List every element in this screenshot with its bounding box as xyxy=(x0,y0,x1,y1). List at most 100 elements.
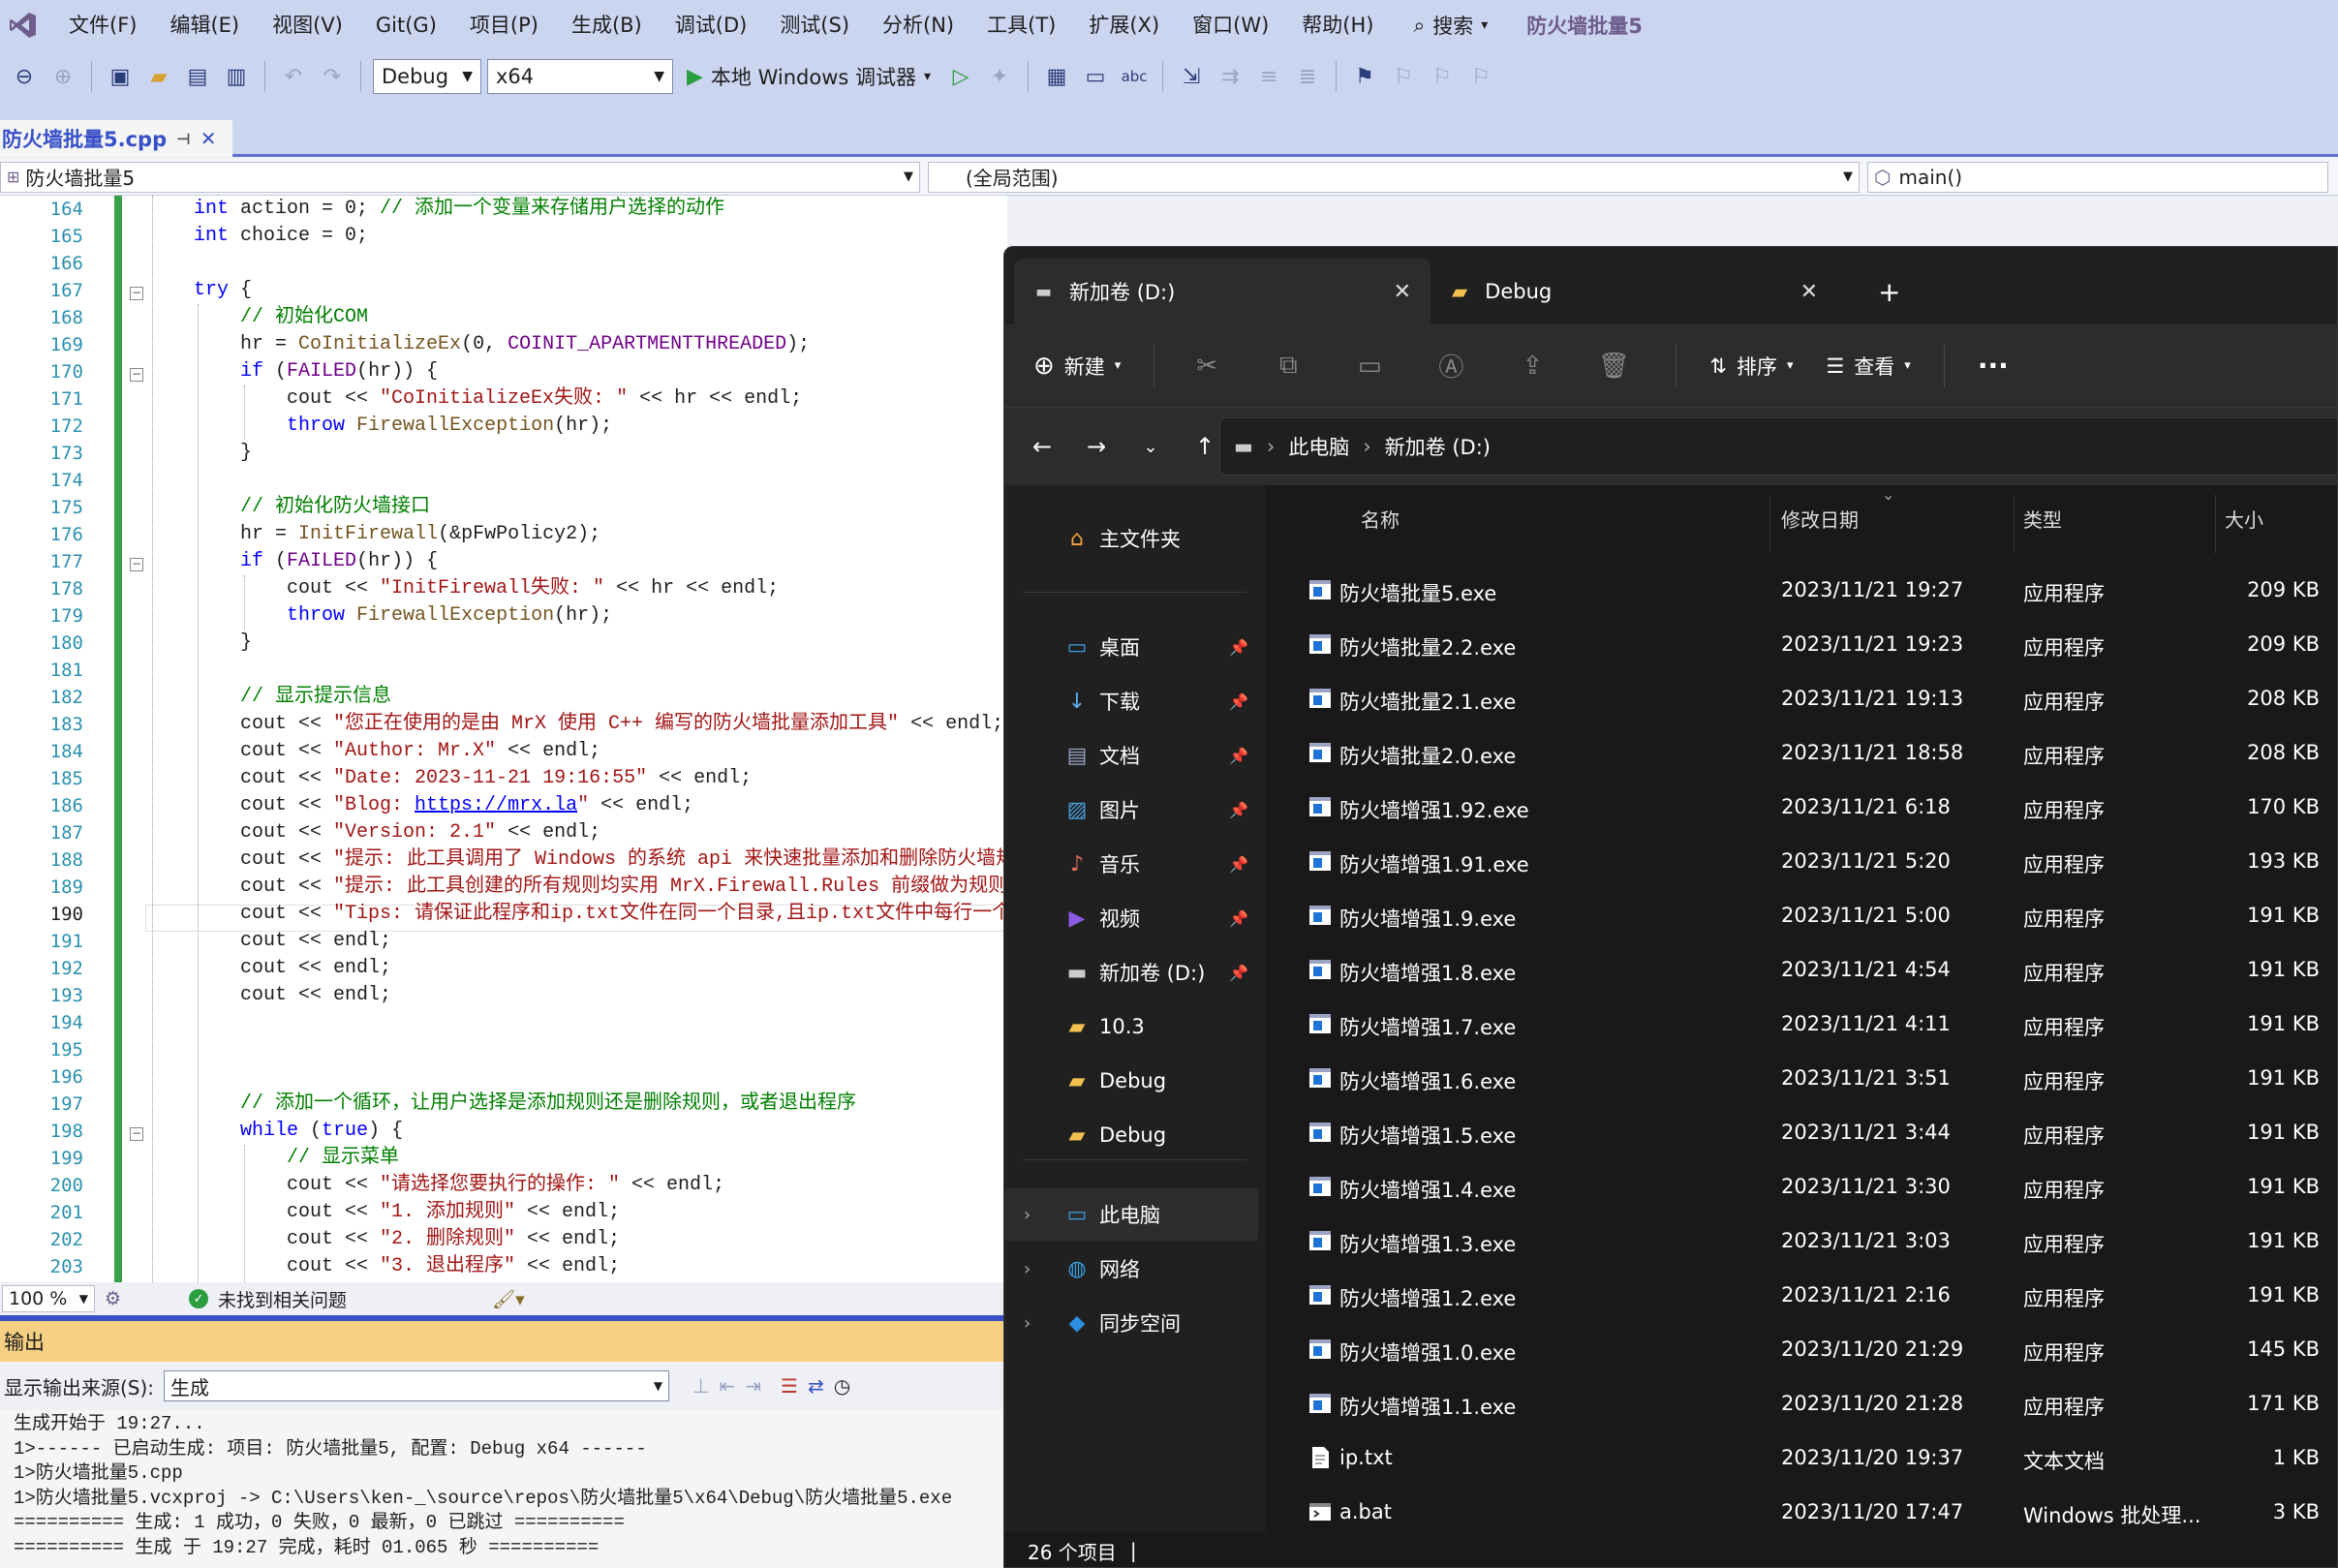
back-arrow-icon[interactable]: ← xyxy=(1024,428,1061,465)
sidebar-item-pinned[interactable]: ♪ 音乐 📌 xyxy=(1004,838,1258,890)
new-button[interactable]: ⊕ 新建 ▾ xyxy=(1033,352,1121,381)
close-icon[interactable]: ✕ xyxy=(1394,280,1411,304)
fold-toggle[interactable]: − xyxy=(130,1127,143,1141)
step-into-icon[interactable]: ⇲ xyxy=(1175,60,1208,93)
prev-message-icon[interactable]: ⇤ xyxy=(719,1374,735,1398)
start-debugging-button[interactable]: ▶ 本地 Windows 调试器 ▾ xyxy=(679,62,938,91)
back-icon[interactable]: ⊖ xyxy=(8,60,41,93)
sidebar-item-pinned[interactable]: ▭ 桌面 📌 xyxy=(1004,621,1258,673)
next-bookmark-icon[interactable]: ⚐ xyxy=(1426,60,1459,93)
fold-toggle[interactable]: − xyxy=(130,368,143,382)
pin-icon[interactable]: 📌 xyxy=(1229,801,1248,819)
up-arrow-icon[interactable]: ↑ xyxy=(1186,428,1223,465)
undo-icon[interactable]: ↶ xyxy=(277,60,310,93)
indent-icon[interactable]: ≣ xyxy=(1291,60,1324,93)
hot-reload-icon[interactable]: ✦ xyxy=(983,60,1016,93)
file-row[interactable]: 防火墙批量2.2.exe 2023/11/21 19:23 应用程序 209 KB xyxy=(1285,619,2337,673)
find-message-icon[interactable]: ⊥ xyxy=(692,1374,709,1398)
code-cleanup-icon[interactable]: 🖌▾ xyxy=(492,1288,525,1310)
chevron-right-icon[interactable]: › xyxy=(1024,1259,1031,1279)
menu-item[interactable]: Git(G) xyxy=(359,0,453,50)
column-header[interactable]: 类型 xyxy=(2023,505,2062,533)
chevron-right-icon[interactable]: › xyxy=(1024,1313,1031,1334)
paste-icon[interactable]: ▭ xyxy=(1350,347,1389,385)
redo-icon[interactable]: ↷ xyxy=(316,60,349,93)
open-folder-icon[interactable]: ▰ xyxy=(142,60,175,93)
menu-item[interactable]: 调试(D) xyxy=(659,0,764,50)
file-row[interactable]: 防火墙增强1.7.exe 2023/11/21 4:11 应用程序 191 KB xyxy=(1285,999,2337,1053)
more-options-icon[interactable]: ··· xyxy=(1978,350,2009,382)
prev-bookmark-icon[interactable]: ⚐ xyxy=(1387,60,1420,93)
configuration-select[interactable]: Debug ▼ xyxy=(373,59,481,94)
delete-icon[interactable]: 🗑 xyxy=(1594,347,1633,385)
file-row[interactable]: 防火墙增强1.92.exe 2023/11/21 6:18 应用程序 170 KB xyxy=(1285,782,2337,836)
column-header[interactable]: 修改日期 xyxy=(1781,505,1859,533)
copy-icon[interactable]: ⧉ xyxy=(1269,347,1307,385)
sidebar-item-folder[interactable]: ▰ 10.3 xyxy=(1004,1000,1258,1053)
spell-check-icon[interactable]: abc xyxy=(1118,60,1151,93)
sidebar-item-folder[interactable]: ▰ Debug xyxy=(1004,1055,1258,1107)
start-without-debugging-icon[interactable]: ▷ xyxy=(944,60,977,93)
file-row[interactable]: 防火墙批量2.0.exe 2023/11/21 18:58 应用程序 208 KB xyxy=(1285,727,2337,782)
timestamp-icon[interactable]: ◷ xyxy=(834,1374,850,1398)
output-text[interactable]: 生成开始于 19:27... 1>------ 已启动生成: 项目: 防火墙批量5… xyxy=(0,1410,1007,1568)
menu-item[interactable]: 测试(S) xyxy=(763,0,866,50)
clear-all-icon[interactable]: ☰ xyxy=(781,1374,798,1398)
pin-icon[interactable]: 📌 xyxy=(1229,638,1248,657)
file-row[interactable]: ip.txt 2023/11/20 19:37 文本文档 1 KB xyxy=(1285,1432,2337,1487)
step-over-icon[interactable]: ⇉ xyxy=(1214,60,1246,93)
word-wrap-icon[interactable]: ⇄ xyxy=(808,1374,824,1398)
forward-arrow-icon[interactable]: → xyxy=(1078,428,1115,465)
close-icon[interactable]: ✕ xyxy=(200,127,217,150)
save-all-icon[interactable]: ▥ xyxy=(220,60,253,93)
view-button[interactable]: ☰ 查看 ▾ xyxy=(1826,352,1910,381)
sidebar-item-root[interactable]: › ▭ 此电脑 xyxy=(1004,1188,1258,1241)
menu-item[interactable]: 文件(F) xyxy=(52,0,153,50)
nav-item[interactable]: ⌂ 主文件夹 xyxy=(1004,512,1258,565)
menu-item[interactable]: 窗口(W) xyxy=(1176,0,1285,50)
output-source-select[interactable]: 生成 ▼ xyxy=(164,1370,670,1401)
code-editor[interactable]: 164 165 166 167 168 169 170 171 172 173 174 175 176 1… xyxy=(0,196,1007,1282)
bookmark-icon[interactable]: ⚑ xyxy=(1348,60,1381,93)
file-row[interactable]: 防火墙增强1.4.exe 2023/11/21 3:30 应用程序 191 KB xyxy=(1285,1161,2337,1215)
next-message-icon[interactable]: ⇥ xyxy=(745,1374,761,1398)
column-header[interactable]: 大小 xyxy=(2225,505,2263,533)
close-icon[interactable]: ✕ xyxy=(1800,280,1818,304)
menu-item[interactable]: 生成(B) xyxy=(555,0,659,50)
recent-locations-icon[interactable]: ⌄ xyxy=(1132,428,1169,465)
menu-item[interactable]: 工具(T) xyxy=(970,0,1072,50)
issues-status[interactable]: 未找到相关问题 xyxy=(218,1286,347,1312)
file-row[interactable]: 防火墙增强1.5.exe 2023/11/21 3:44 应用程序 191 KB xyxy=(1285,1107,2337,1161)
sidebar-item-pinned[interactable]: ▶ 视频 📌 xyxy=(1004,892,1258,944)
file-row[interactable]: 防火墙增强1.8.exe 2023/11/21 4:54 应用程序 191 KB xyxy=(1285,944,2337,999)
pin-icon[interactable]: ⊣ xyxy=(176,130,191,148)
zoom-select[interactable]: 100 % ▼ xyxy=(2,1285,95,1312)
tab-active-file[interactable]: 防火墙批量5.cpp ⊣ ✕ xyxy=(0,120,232,157)
forward-icon[interactable]: ⊕ xyxy=(46,60,79,93)
window-layout-icon[interactable]: ▭ xyxy=(1079,60,1112,93)
breadcrumb-item[interactable]: 此电脑 xyxy=(1288,432,1349,461)
pin-icon[interactable]: 📌 xyxy=(1229,855,1248,874)
new-tab-button[interactable]: + xyxy=(1857,259,1915,324)
menu-item[interactable]: 帮助(H) xyxy=(1285,0,1390,50)
column-divider[interactable] xyxy=(2014,495,2015,553)
sidebar-item-pinned[interactable]: ▨ 图片 📌 xyxy=(1004,784,1258,836)
file-row[interactable]: 防火墙增强1.9.exe 2023/11/21 5:00 应用程序 191 KB xyxy=(1285,890,2337,944)
search-menu[interactable]: ⌕ 搜索 ▾ xyxy=(1413,11,1488,40)
fold-toggle[interactable]: − xyxy=(130,558,143,571)
visual-studio-logo-icon[interactable] xyxy=(4,6,43,45)
menu-item[interactable]: 扩展(X) xyxy=(1072,0,1176,50)
file-row[interactable]: 防火墙增强1.0.exe 2023/11/20 21:29 应用程序 145 KB xyxy=(1285,1324,2337,1378)
address-bar[interactable]: ▬ › 此电脑 › 新加卷 (D:) xyxy=(1219,417,2337,476)
fold-toggle[interactable]: − xyxy=(130,287,143,300)
column-divider[interactable] xyxy=(1769,495,1770,553)
sidebar-item-pinned[interactable]: ↓ 下载 📌 xyxy=(1004,675,1258,727)
pin-icon[interactable]: 📌 xyxy=(1229,692,1248,711)
file-row[interactable]: 防火墙增强1.3.exe 2023/11/21 3:03 应用程序 191 KB xyxy=(1285,1215,2337,1270)
menu-item[interactable]: 编辑(E) xyxy=(153,0,256,50)
file-row[interactable]: 防火墙增强1.6.exe 2023/11/21 3:51 应用程序 191 KB xyxy=(1285,1053,2337,1107)
sidebar-item-pinned[interactable]: ▤ 文档 📌 xyxy=(1004,729,1258,782)
sidebar-item-root[interactable]: › ◆ 同步空间 xyxy=(1004,1297,1258,1349)
outdent-icon[interactable]: ≡ xyxy=(1252,60,1285,93)
breadcrumb-item[interactable]: 新加卷 (D:) xyxy=(1385,432,1491,461)
